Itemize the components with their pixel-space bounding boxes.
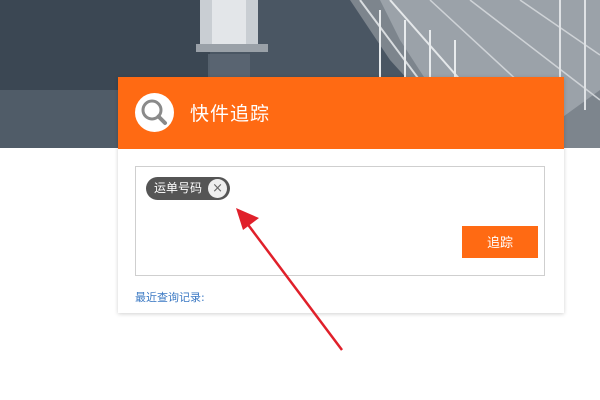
search-icon <box>135 93 174 132</box>
page: 快件追踪 运单号码 × 追踪 最近查询记录: <box>0 0 600 400</box>
tracking-card-header: 快件追踪 <box>118 77 564 149</box>
close-icon[interactable]: × <box>208 179 228 198</box>
waybill-number-tag: 运单号码 × <box>146 177 231 200</box>
recent-queries-label: 最近查询记录: <box>135 291 205 304</box>
track-button[interactable]: 追踪 <box>462 226 538 258</box>
tracking-card: 快件追踪 运单号码 × 追踪 最近查询记录: <box>118 77 564 313</box>
tracking-number-input[interactable]: 运单号码 × 追踪 <box>135 166 545 276</box>
tracking-card-title: 快件追踪 <box>190 103 271 125</box>
waybill-number-tag-label: 运单号码 <box>154 181 203 195</box>
